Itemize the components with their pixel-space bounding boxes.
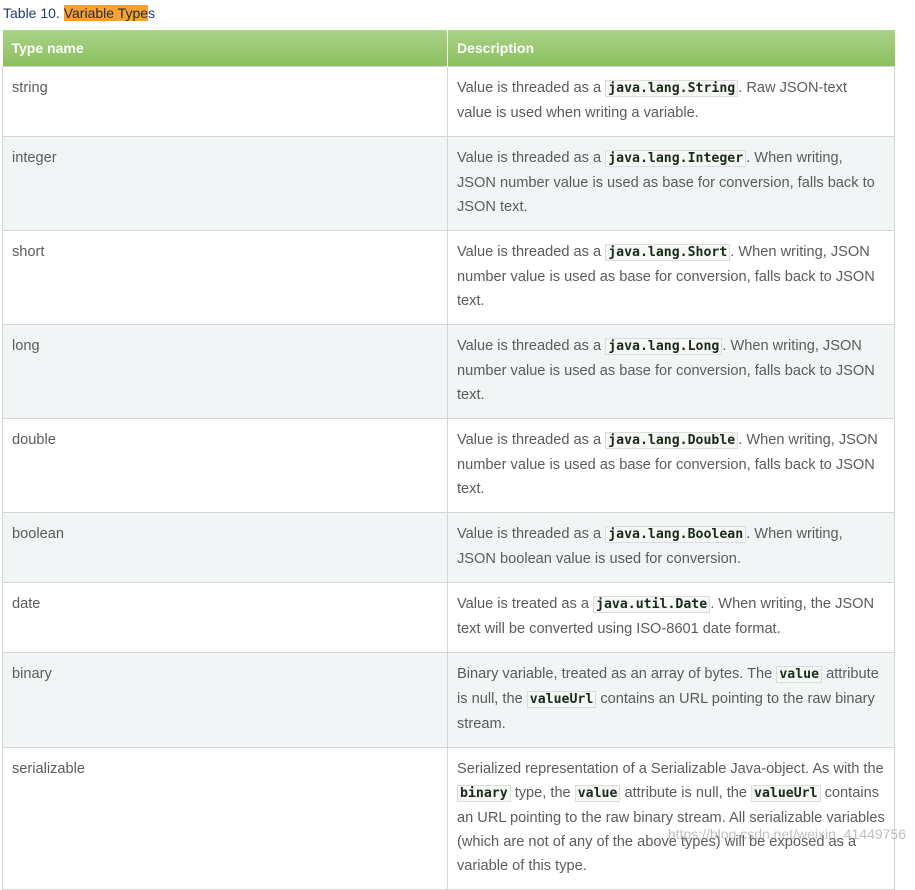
- code-literal: binary: [457, 785, 511, 802]
- table-row: short Value is threaded as a java.lang.Sh…: [2, 230, 895, 325]
- watermark: https://blog.csdn.net/weixin_41449756: [667, 826, 906, 842]
- description-cell: Value is threaded as a java.lang.Boolean…: [447, 512, 895, 583]
- description-text: Serialized representation of a Serializa…: [457, 761, 884, 777]
- type-name-cell: short: [2, 230, 448, 325]
- header-type-name: Type name: [2, 30, 448, 67]
- header-description: Description: [447, 30, 895, 67]
- description-text: attribute is null, the: [620, 785, 752, 801]
- table-row: date Value is treated as a java.util.Date…: [2, 582, 895, 653]
- type-name-cell: double: [2, 418, 448, 513]
- description-cell: Binary variable, treated as an array of …: [447, 652, 895, 748]
- description-cell: Serialized representation of a Serializa…: [447, 747, 895, 890]
- table-caption: Table 10. Variable Types: [3, 3, 155, 23]
- table-row: integer Value is threaded as a java.lang.…: [2, 136, 895, 231]
- table-body: string Value is threaded as a java.lang.S…: [2, 66, 895, 890]
- code-literal: java.lang.String: [605, 80, 739, 97]
- code-literal: java.lang.Integer: [605, 150, 747, 167]
- code-literal: value: [574, 785, 621, 802]
- type-name-cell: integer: [2, 136, 448, 231]
- description-text: Value is threaded as a: [457, 244, 606, 260]
- description-text: Value is threaded as a: [457, 526, 606, 542]
- description-text: Value is threaded as a: [457, 432, 606, 448]
- description-text: Binary variable, treated as an array of …: [457, 666, 777, 682]
- table-row: long Value is threaded as a java.lang.Lon…: [2, 324, 895, 419]
- code-literal: java.lang.Short: [605, 244, 731, 261]
- caption-highlight: Variable Type: [63, 5, 149, 21]
- description-cell: Value is threaded as a java.lang.String.…: [447, 66, 895, 137]
- type-name-cell: boolean: [2, 512, 448, 583]
- table-row: string Value is threaded as a java.lang.S…: [2, 66, 895, 137]
- description-cell: Value is treated as a java.util.Date. Wh…: [447, 582, 895, 653]
- type-name-cell: date: [2, 582, 448, 653]
- description-cell: Value is threaded as a java.lang.Integer…: [447, 136, 895, 231]
- code-literal: java.lang.Boolean: [605, 526, 747, 543]
- description-text: type, the: [510, 785, 575, 801]
- type-name-cell: string: [2, 66, 448, 137]
- table-row: binary Binary variable, treated as an arr…: [2, 652, 895, 748]
- variable-types-table: Type name Description string Value is thr…: [2, 30, 895, 890]
- caption-prefix: Table 10.: [3, 5, 64, 21]
- table-row: boolean Value is threaded as a java.lang.…: [2, 512, 895, 583]
- description-text: Value is threaded as a: [457, 150, 606, 166]
- description-text: Value is threaded as a: [457, 338, 606, 354]
- description-cell: Value is threaded as a java.lang.Double.…: [447, 418, 895, 513]
- description-cell: Value is threaded as a java.lang.Long. W…: [447, 324, 895, 419]
- table-row: double Value is threaded as a java.lang.D…: [2, 418, 895, 513]
- code-literal: valueUrl: [751, 785, 821, 802]
- type-name-cell: serializable: [2, 747, 448, 890]
- code-literal: valueUrl: [526, 691, 597, 708]
- table-header-row: Type name Description: [2, 30, 895, 67]
- code-literal: java.lang.Double: [605, 432, 739, 449]
- description-text: Value is treated as a: [457, 596, 594, 612]
- type-name-cell: binary: [2, 652, 448, 748]
- table-row: serializable Serialized representation of…: [2, 747, 895, 890]
- code-literal: value: [776, 666, 823, 683]
- description-cell: Value is threaded as a java.lang.Short. …: [447, 230, 895, 325]
- code-literal: java.util.Date: [593, 596, 711, 613]
- code-literal: java.lang.Long: [605, 338, 723, 355]
- caption-suffix: s: [148, 5, 156, 21]
- type-name-cell: long: [2, 324, 448, 419]
- description-text: Value is threaded as a: [457, 80, 606, 96]
